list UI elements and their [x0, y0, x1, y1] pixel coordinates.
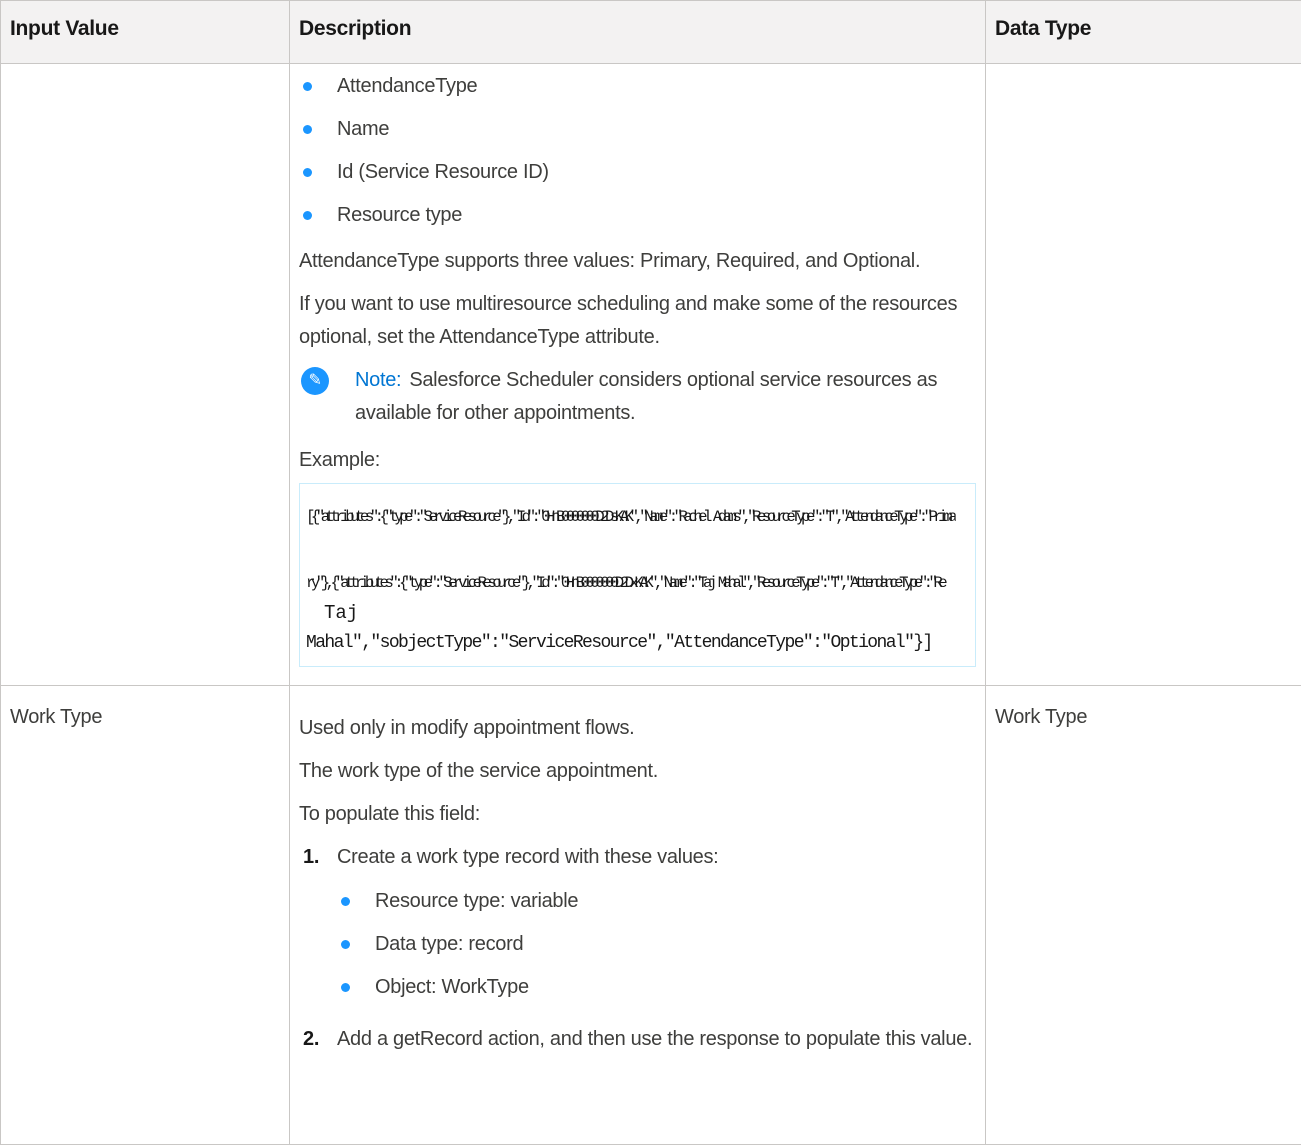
- list-item: Data type: record: [337, 923, 976, 966]
- table-row: Work Type Used only in modify appointmen…: [1, 686, 1301, 1145]
- bullet-icon: [303, 125, 312, 134]
- edit-note-icon: ✎: [301, 367, 329, 395]
- input-value-text: Work Type: [1, 686, 289, 734]
- note-callout: ✎ Note:Salesforce Scheduler considers op…: [299, 364, 976, 430]
- header-input-value: Input Value: [1, 1, 290, 64]
- steps-list: 1. Create a work type record with these …: [299, 841, 976, 1056]
- description-cell: AttendanceType Name Id (Service Resource…: [290, 64, 986, 686]
- data-type-cell-empty: [986, 64, 1301, 686]
- code-line: ry"},{"attributes":{"type":"ServiceResou…: [306, 568, 956, 598]
- list-item-text: Resource type: variable: [375, 890, 578, 912]
- header-description: Description: [290, 1, 986, 64]
- input-values-table: Input Value Description Data Type Attend…: [0, 0, 1301, 1145]
- description-cell: Used only in modify appointment flows. T…: [290, 686, 986, 1145]
- input-value-cell-empty: [1, 64, 290, 686]
- list-item: Object: WorkType: [337, 966, 976, 1009]
- attribute-list: AttendanceType Name Id (Service Resource…: [299, 65, 976, 237]
- document-page: Input Value Description Data Type Attend…: [0, 0, 1301, 1144]
- step-item: 2. Add a getRecord action, and then use …: [299, 1023, 976, 1056]
- list-item: AttendanceType: [299, 65, 976, 108]
- header-data-type: Data Type: [986, 1, 1301, 64]
- multiresource-paragraph: If you want to use multiresource schedul…: [299, 288, 976, 354]
- description-paragraph: Used only in modify appointment flows.: [299, 712, 976, 745]
- description-paragraph: To populate this field:: [299, 798, 976, 831]
- list-item-text: AttendanceType: [337, 75, 477, 97]
- step-text: Create a work type record with these val…: [337, 846, 718, 868]
- step-number: 2.: [303, 1023, 319, 1056]
- step-number: 1.: [303, 841, 319, 874]
- description-paragraph: The work type of the service appointment…: [299, 755, 976, 788]
- note-label: Note:: [355, 369, 401, 391]
- list-item: Id (Service Resource ID): [299, 151, 976, 194]
- bullet-icon: [303, 82, 312, 91]
- code-example: [{"attributes":{"type":"ServiceResource"…: [299, 483, 976, 667]
- list-item-text: Id (Service Resource ID): [337, 161, 549, 183]
- code-line: Mahal","sobjectType":"ServiceResource","…: [306, 628, 969, 658]
- data-type-cell: Work Type: [986, 686, 1301, 1145]
- bullet-icon: [341, 897, 350, 906]
- list-item-text: Object: WorkType: [375, 976, 529, 998]
- example-label: Example:: [299, 444, 976, 477]
- data-type-text: Work Type: [986, 686, 1301, 734]
- note-text: Salesforce Scheduler considers optional …: [355, 369, 937, 424]
- table-header-row: Input Value Description Data Type: [1, 1, 1301, 64]
- list-item: Resource type: variable: [337, 880, 976, 923]
- bullet-icon: [341, 983, 350, 992]
- list-item: Resource type: [299, 194, 976, 237]
- step-item: 1. Create a work type record with these …: [299, 841, 976, 1009]
- attendance-type-paragraph: AttendanceType supports three values: Pr…: [299, 245, 976, 278]
- bullet-icon: [341, 940, 350, 949]
- code-line: Taj: [306, 598, 969, 628]
- input-value-cell: Work Type: [1, 686, 290, 1145]
- bullet-icon: [303, 168, 312, 177]
- table-row: AttendanceType Name Id (Service Resource…: [1, 64, 1301, 686]
- list-item-text: Name: [337, 118, 389, 140]
- list-item-text: Data type: record: [375, 933, 523, 955]
- step-text: Add a getRecord action, and then use the…: [337, 1028, 972, 1050]
- list-item: Name: [299, 108, 976, 151]
- list-item-text: Resource type: [337, 204, 462, 226]
- bullet-icon: [303, 211, 312, 220]
- code-line: [{"attributes":{"type":"ServiceResource"…: [306, 502, 956, 532]
- work-type-values-list: Resource type: variable Data type: recor…: [337, 880, 976, 1009]
